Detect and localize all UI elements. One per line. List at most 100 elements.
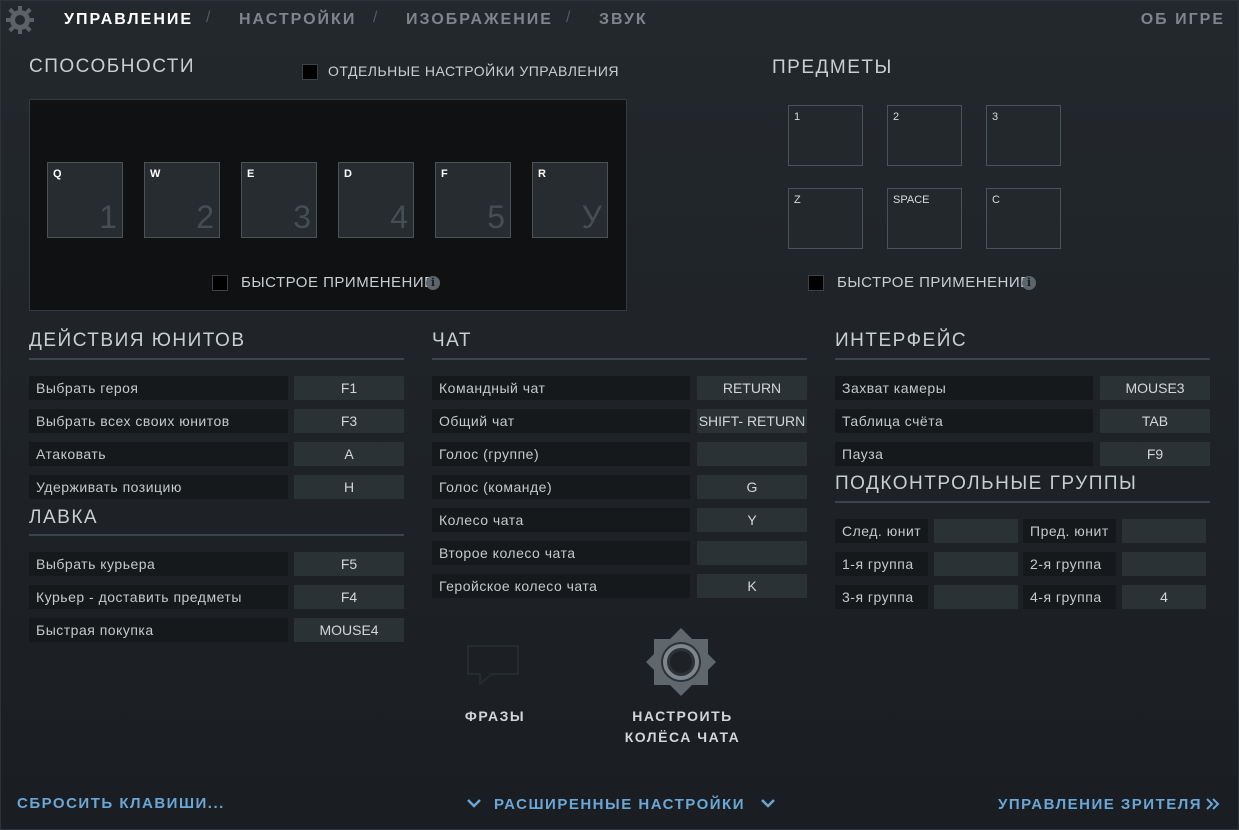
chevron-down-icon[interactable] <box>466 797 482 809</box>
info-icon[interactable]: i <box>1022 276 1036 290</box>
tab-separator: / <box>566 9 571 26</box>
hotkey-button[interactable]: MOUSE3 <box>1100 376 1210 400</box>
hotkey-button[interactable]: MOUSE4 <box>294 618 404 642</box>
item-slot[interactable]: 2 <box>887 105 962 166</box>
hotkey-button[interactable]: A <box>294 442 404 466</box>
hotkey-label: Пауза <box>835 442 1093 466</box>
hotkey-button[interactable]: F3 <box>294 409 404 433</box>
separate-settings-checkbox[interactable] <box>302 64 318 80</box>
reset-keys-link[interactable]: СБРОСИТЬ КЛАВИШИ... <box>17 795 225 812</box>
hotkey-button[interactable]: SHIFT- RETURN <box>697 409 807 433</box>
ability-number: 4 <box>390 199 408 235</box>
hotkey-button[interactable]: F1 <box>294 376 404 400</box>
hotkey-button[interactable]: Y <box>697 508 807 532</box>
chat-wheel-config-line1[interactable]: НАСТРОИТЬ <box>610 708 755 724</box>
divider <box>29 534 404 536</box>
hotkey-label: Захват камеры <box>835 376 1093 400</box>
hotkey-label: Выбрать курьера <box>29 552 288 576</box>
item-key: SPACE <box>893 194 930 206</box>
hotkey-button[interactable] <box>1122 552 1206 576</box>
tab-separator: / <box>373 9 378 26</box>
ability-quickcast-checkbox[interactable] <box>212 275 228 291</box>
divider <box>835 358 1210 360</box>
ability-slot[interactable]: Q 1 <box>47 162 123 238</box>
item-quickcast-checkbox[interactable] <box>808 275 824 291</box>
ability-number: 2 <box>196 199 214 235</box>
ability-key: W <box>150 168 161 180</box>
hotkey-label: Голос (команде) <box>432 475 690 499</box>
hotkey-button[interactable]: G <box>697 475 807 499</box>
hotkey-button[interactable]: RETURN <box>697 376 807 400</box>
chat-wheel-icon[interactable] <box>644 626 718 698</box>
top-nav: УПРАВЛЕНИЕ / НАСТРОЙКИ / ИЗОБРАЖЕНИЕ / З… <box>0 0 1239 40</box>
tab-options[interactable]: НАСТРОЙКИ <box>239 11 356 29</box>
divider <box>29 358 404 360</box>
hotkey-button[interactable]: F4 <box>294 585 404 609</box>
item-key: Z <box>794 194 801 206</box>
item-slot[interactable]: C <box>986 188 1061 249</box>
divider <box>835 501 1210 503</box>
hotkey-button[interactable]: TAB <box>1100 409 1210 433</box>
hotkey-button[interactable]: K <box>697 574 807 598</box>
item-slot[interactable]: 1 <box>788 105 863 166</box>
hotkey-label: Командный чат <box>432 376 690 400</box>
hotkey-label: Голос (группе) <box>432 442 690 466</box>
control-groups-title: ПОДКОНТРОЛЬНЫЕ ГРУППЫ <box>835 473 1138 494</box>
abilities-box: Q 1 W 2 E 3 D 4 F 5 R У БЫСТРОЕ ПРИМЕНЕН… <box>29 99 627 311</box>
unit-actions-title: ДЕЙСТВИЯ ЮНИТОВ <box>29 330 246 351</box>
item-slot[interactable]: Z <box>788 188 863 249</box>
hotkey-button[interactable] <box>934 552 1018 576</box>
item-key: C <box>992 194 1000 206</box>
info-icon[interactable]: i <box>426 276 440 290</box>
item-quickcast-label: БЫСТРОЕ ПРИМЕНЕНИЕ <box>837 274 1031 291</box>
advanced-settings-link[interactable]: РАСШИРЕННЫЕ НАСТРОЙКИ <box>494 796 745 813</box>
hotkey-button[interactable] <box>934 519 1018 543</box>
hotkey-button[interactable]: F9 <box>1100 442 1210 466</box>
shop-title: ЛАВКА <box>29 507 99 528</box>
hotkey-label: 1-я группа <box>835 552 928 576</box>
item-key: 2 <box>893 111 900 123</box>
tab-video[interactable]: ИЗОБРАЖЕНИЕ <box>406 11 553 29</box>
ability-key: Q <box>53 168 62 180</box>
chat-wheel-config-line2[interactable]: КОЛЁСА ЧАТА <box>610 729 755 745</box>
ability-slot[interactable]: R У <box>532 162 608 238</box>
ability-slot[interactable]: W 2 <box>144 162 220 238</box>
ability-key: R <box>538 168 546 180</box>
tab-audio[interactable]: ЗВУК <box>599 11 648 29</box>
about-link[interactable]: ОБ ИГРЕ <box>1141 11 1225 29</box>
ability-slot[interactable]: D 4 <box>338 162 414 238</box>
tab-controls[interactable]: УПРАВЛЕНИЕ <box>64 11 193 29</box>
hotkey-label: 2-я группа <box>1023 552 1116 576</box>
hotkey-button[interactable]: 4 <box>1122 585 1206 609</box>
gear-icon[interactable] <box>6 6 34 34</box>
spectator-controls-link[interactable]: УПРАВЛЕНИЕ ЗРИТЕЛЯ <box>998 796 1202 813</box>
ability-quickcast-label: БЫСТРОЕ ПРИМЕНЕНИЕ <box>241 274 435 291</box>
item-slot[interactable]: 3 <box>986 105 1061 166</box>
hotkey-button[interactable] <box>697 541 807 565</box>
hotkey-label: Второе колесо чата <box>432 541 690 565</box>
ability-slot[interactable]: F 5 <box>435 162 511 238</box>
separate-settings-label: ОТДЕЛЬНЫЕ НАСТРОЙКИ УПРАВЛЕНИЯ <box>328 63 620 79</box>
phrases-icon[interactable] <box>462 640 524 688</box>
hotkey-label: 3-я группа <box>835 585 928 609</box>
item-slot[interactable]: SPACE <box>887 188 962 249</box>
hotkey-button[interactable] <box>1122 519 1206 543</box>
hotkey-label: Атаковать <box>29 442 288 466</box>
interface-title: ИНТЕРФЕЙС <box>835 330 968 351</box>
hotkey-label: Курьер - доставить предметы <box>29 585 288 609</box>
hotkey-button[interactable] <box>697 442 807 466</box>
ability-number: 5 <box>487 199 505 235</box>
ability-key: F <box>441 168 448 180</box>
phrases-label[interactable]: ФРАЗЫ <box>440 708 550 724</box>
hotkey-button[interactable] <box>934 585 1018 609</box>
double-chevron-right-icon[interactable] <box>1205 797 1221 811</box>
ability-slot[interactable]: E 3 <box>241 162 317 238</box>
hotkey-label: Быстрая покупка <box>29 618 288 642</box>
hotkey-button[interactable]: F5 <box>294 552 404 576</box>
hotkey-button[interactable]: H <box>294 475 404 499</box>
ability-number: У <box>581 199 602 235</box>
hotkey-label: След. юнит <box>835 519 928 543</box>
ability-key: D <box>344 168 352 180</box>
hotkey-label: Геройское колесо чата <box>432 574 690 598</box>
chevron-down-icon[interactable] <box>760 797 776 809</box>
